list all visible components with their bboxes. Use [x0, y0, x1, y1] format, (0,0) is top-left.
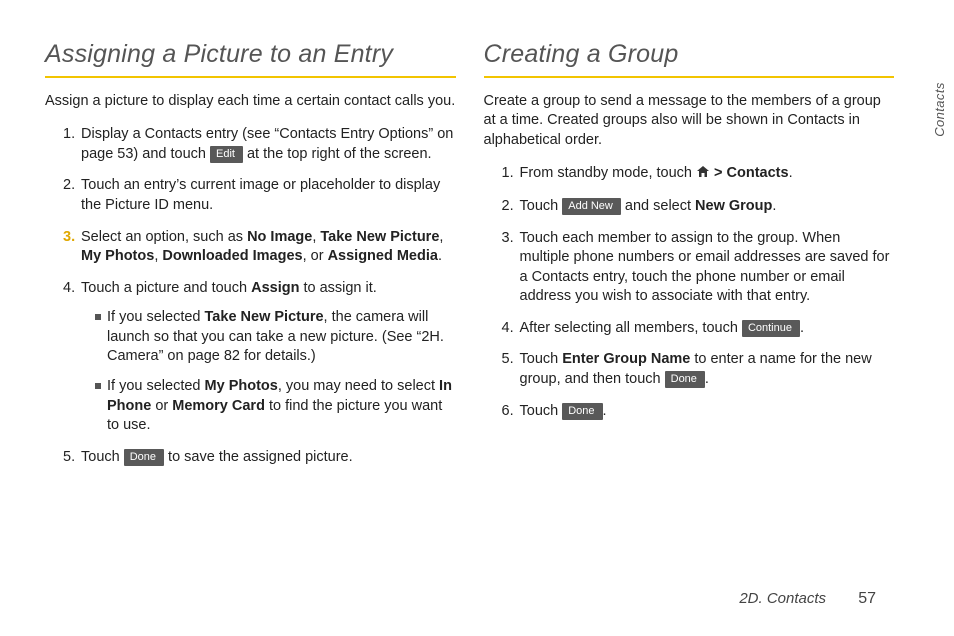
step-text: . — [800, 320, 804, 336]
page-number: 57 — [858, 590, 876, 607]
step-text: Touch — [520, 351, 563, 367]
step-text: . — [705, 371, 709, 387]
steps-list: 1. From standby mode, touch > Contacts. … — [484, 164, 895, 421]
step-text: Touch an entry’s current image or placeh… — [81, 177, 440, 213]
step-number: 1. — [63, 125, 75, 145]
option-my-photos: My Photos — [81, 248, 154, 264]
done-button-label: Done — [124, 449, 164, 466]
step-item: 5. Touch Enter Group Name to enter a nam… — [502, 350, 895, 389]
edit-button-label: Edit — [210, 146, 243, 163]
two-column-layout: Assigning a Picture to an Entry Assign a… — [45, 38, 894, 479]
step-number: 1. — [502, 164, 514, 184]
step-item: 6. Touch Done. — [502, 402, 895, 422]
step-text: . — [603, 403, 607, 419]
step-item: 2. Touch Add New and select New Group. — [502, 197, 895, 217]
sub-text: , you may need to select — [278, 378, 439, 394]
sub-item: If you selected My Photos, you may need … — [95, 377, 456, 436]
done-button-label: Done — [665, 371, 705, 388]
section-side-tab: Contacts — [924, 54, 954, 164]
step-item: 1. Display a Contacts entry (see “Contac… — [63, 125, 456, 164]
step-text: to assign it. — [299, 280, 376, 296]
intro-paragraph: Assign a picture to display each time a … — [45, 92, 456, 112]
step-number: 4. — [63, 279, 75, 299]
step-text: After selecting all members, touch — [520, 320, 742, 336]
step-text: Select an option, such as — [81, 229, 247, 245]
new-group-label: New Group — [695, 198, 772, 214]
option-assigned-media: Assigned Media — [328, 248, 438, 264]
step-text: Touch — [520, 403, 563, 419]
right-column: Creating a Group Create a group to send … — [484, 38, 895, 479]
sep: , or — [303, 248, 328, 264]
assign-label: Assign — [251, 280, 299, 296]
enter-group-name-label: Enter Group Name — [562, 351, 690, 367]
step-item: 5. Touch Done to save the assigned pictu… — [63, 448, 456, 468]
step-number: 4. — [502, 319, 514, 339]
sep: , — [439, 229, 443, 245]
step-text: . — [438, 248, 442, 264]
manual-page: Contacts Assigning a Picture to an Entry… — [0, 0, 954, 636]
done-button-label: Done — [562, 403, 602, 420]
section-heading-assign-picture: Assigning a Picture to an Entry — [45, 38, 456, 78]
option-take-new-picture: Take New Picture — [320, 229, 439, 245]
gt-sep: > — [710, 165, 727, 181]
step-text: at the top right of the screen. — [243, 146, 432, 162]
step-item: 3. Select an option, such as No Image, T… — [63, 228, 456, 267]
footer-section: 2D. Contacts — [739, 590, 826, 607]
step-item: 1. From standby mode, touch > Contacts. — [502, 164, 895, 185]
step-number-highlight: 3. — [63, 228, 75, 248]
step-item: 4. Touch a picture and touch Assign to a… — [63, 279, 456, 436]
sub-text: If you selected — [107, 309, 205, 325]
step-text: Touch each member to assign to the group… — [520, 230, 890, 305]
add-new-button-label: Add New — [562, 198, 621, 215]
step-text: Touch — [520, 198, 563, 214]
option-memory-card: Memory Card — [172, 398, 265, 414]
step-text: . — [789, 165, 793, 181]
contacts-label: Contacts — [727, 165, 789, 181]
step-number: 2. — [63, 176, 75, 196]
section-heading-creating-group: Creating a Group — [484, 38, 895, 78]
step-text: . — [772, 198, 776, 214]
option-no-image: No Image — [247, 229, 312, 245]
step-text: and select — [621, 198, 695, 214]
sub-list: If you selected Take New Picture, the ca… — [81, 308, 456, 435]
option-my-photos: My Photos — [205, 378, 278, 394]
step-item: 2. Touch an entry’s current image or pla… — [63, 176, 456, 215]
step-item: 3. Touch each member to assign to the gr… — [502, 229, 895, 307]
option-downloaded-images: Downloaded Images — [162, 248, 302, 264]
step-text: Touch — [81, 449, 124, 465]
home-icon — [696, 165, 710, 185]
step-number: 5. — [63, 448, 75, 468]
page-footer: 2D. Contacts 57 — [739, 590, 876, 608]
left-column: Assigning a Picture to an Entry Assign a… — [45, 38, 456, 479]
step-text: to save the assigned picture. — [164, 449, 353, 465]
continue-button-label: Continue — [742, 320, 800, 337]
step-number: 5. — [502, 350, 514, 370]
step-text: Touch a picture and touch — [81, 280, 251, 296]
sub-text: or — [151, 398, 172, 414]
option-take-new-picture: Take New Picture — [205, 309, 324, 325]
sub-text: If you selected — [107, 378, 205, 394]
step-item: 4. After selecting all members, touch Co… — [502, 319, 895, 339]
sub-item: If you selected Take New Picture, the ca… — [95, 308, 456, 367]
step-text: From standby mode, touch — [520, 165, 697, 181]
side-tab-label: Contacts — [932, 82, 947, 137]
step-number: 6. — [502, 402, 514, 422]
step-number: 3. — [502, 229, 514, 249]
intro-paragraph: Create a group to send a message to the … — [484, 92, 895, 151]
step-number: 2. — [502, 197, 514, 217]
steps-list: 1. Display a Contacts entry (see “Contac… — [45, 125, 456, 467]
